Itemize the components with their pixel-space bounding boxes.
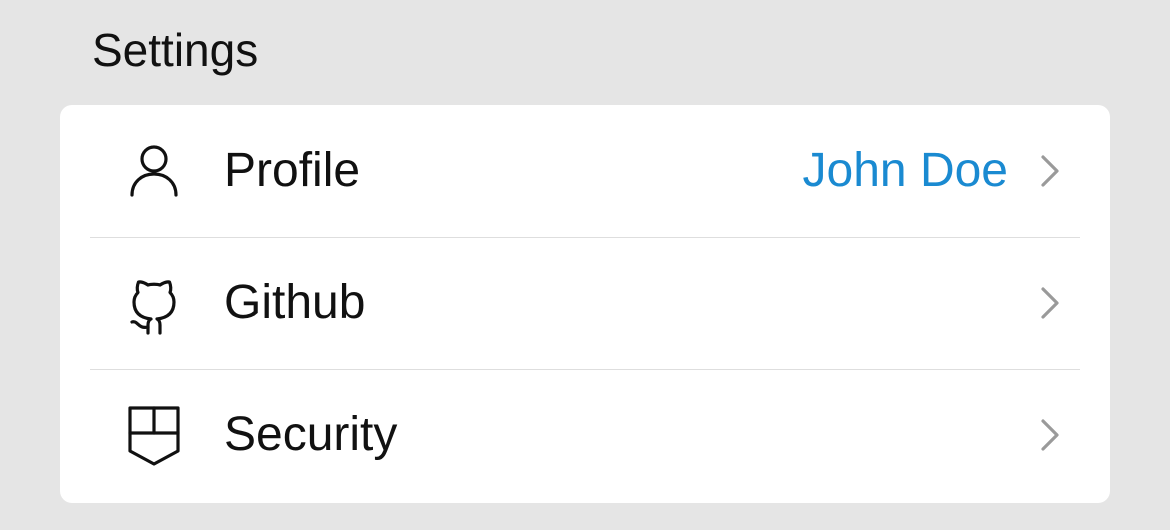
chevron-right-icon <box>1030 415 1070 455</box>
settings-item-github[interactable]: Github <box>60 237 1110 369</box>
github-icon <box>122 271 186 335</box>
profile-value: John Doe <box>802 144 1008 197</box>
chevron-right-icon <box>1030 283 1070 323</box>
settings-item-profile[interactable]: Profile John Doe <box>60 105 1110 237</box>
settings-item-label: Profile <box>224 144 361 197</box>
chevron-right-icon <box>1030 151 1070 191</box>
settings-item-label: Security <box>224 408 398 461</box>
settings-item-security[interactable]: Security <box>60 369 1110 501</box>
shield-icon <box>122 403 186 467</box>
page-title: Settings <box>92 24 259 76</box>
settings-item-label: Github <box>224 276 366 329</box>
settings-list: Profile John Doe Github Security <box>60 105 1110 503</box>
person-icon <box>122 139 186 203</box>
